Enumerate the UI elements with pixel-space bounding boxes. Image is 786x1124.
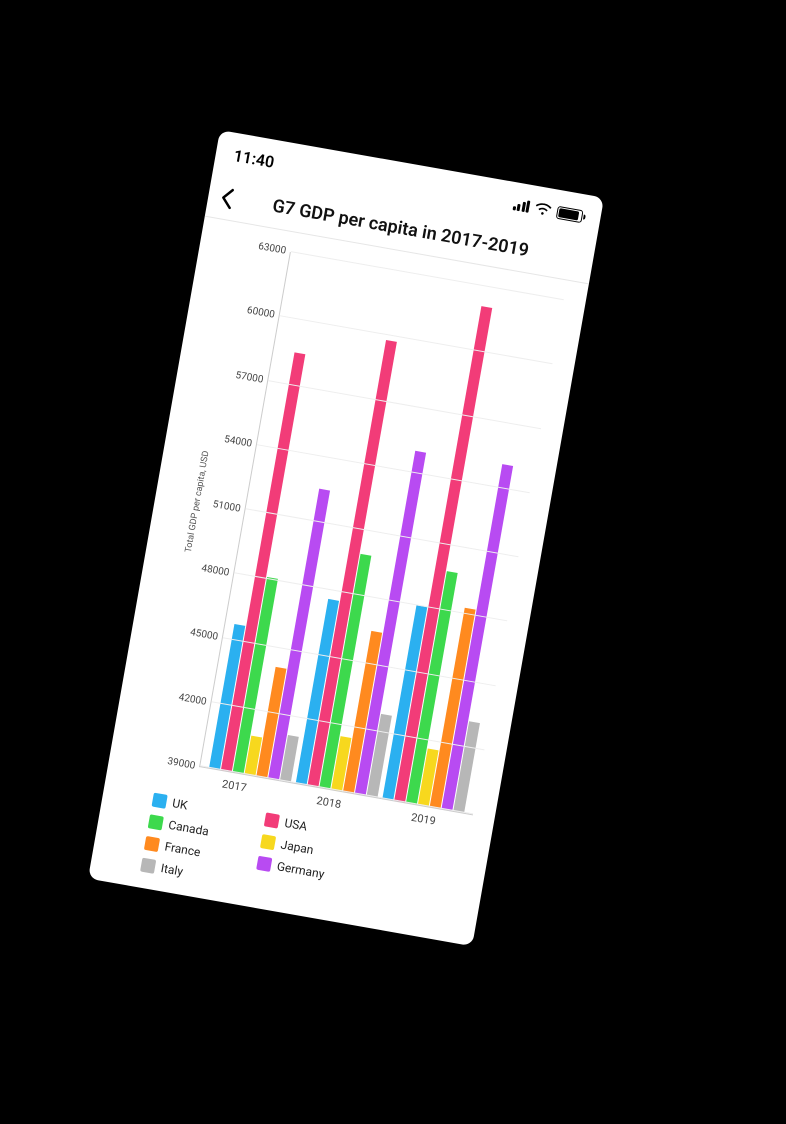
y-tick-label: 57000 xyxy=(235,370,265,386)
y-tick-label: 39000 xyxy=(166,756,196,772)
legend-label: UK xyxy=(171,796,189,812)
status-time: 11:40 xyxy=(232,145,276,171)
phone-frame: 11:40 G7 GDP per capita in 2017-2019 xyxy=(88,130,604,946)
legend-swatch xyxy=(256,856,272,872)
y-tick-label: 51000 xyxy=(212,499,242,515)
legend-swatch xyxy=(264,812,280,828)
legend-swatch xyxy=(152,793,168,809)
legend-swatch xyxy=(144,836,160,852)
back-button[interactable] xyxy=(217,175,238,220)
legend-swatch xyxy=(148,814,164,830)
y-tick-label: 63000 xyxy=(257,241,287,257)
chart-container: Total GDP per capita, USD 39000420004500… xyxy=(88,217,589,947)
legend-label: USA xyxy=(283,816,308,834)
legend-label: Italy xyxy=(160,861,184,879)
y-tick-label: 45000 xyxy=(189,627,219,643)
status-indicators xyxy=(512,198,584,223)
battery-icon xyxy=(556,205,584,222)
legend-swatch xyxy=(260,834,276,850)
legend-label: Japan xyxy=(280,838,315,858)
wifi-icon xyxy=(534,202,552,217)
y-tick-label: 54000 xyxy=(223,434,253,450)
legend-swatch xyxy=(140,858,156,874)
x-tick-label: 2019 xyxy=(410,811,437,828)
y-tick-label: 42000 xyxy=(178,692,208,708)
x-tick-label: 2018 xyxy=(316,794,343,811)
legend-label: Germany xyxy=(276,859,326,881)
y-tick-label: 60000 xyxy=(246,305,276,321)
y-tick-label: 48000 xyxy=(201,563,231,579)
chevron-left-icon xyxy=(219,186,237,210)
cellular-signal-icon xyxy=(512,198,530,213)
x-tick-label: 2017 xyxy=(221,777,248,794)
legend-label: France xyxy=(164,839,202,859)
legend-label: Canada xyxy=(167,818,210,839)
